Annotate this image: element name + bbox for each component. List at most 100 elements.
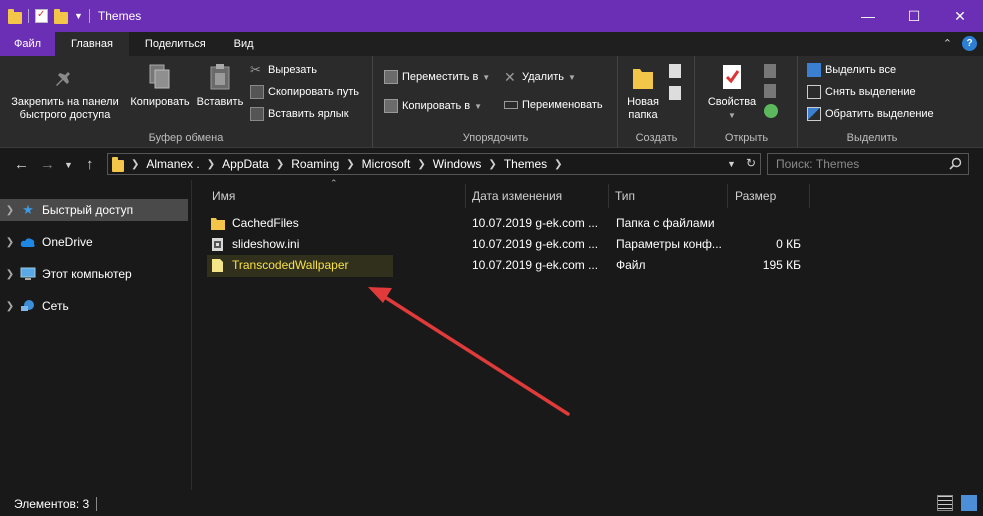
open-button[interactable] — [764, 64, 776, 78]
easy-access-button[interactable] — [669, 86, 681, 100]
settings-file-icon — [211, 237, 224, 252]
column-header-type[interactable]: Тип — [610, 184, 728, 208]
recent-locations-chevron-icon[interactable]: ▼ — [64, 160, 73, 170]
expand-chevron-icon[interactable]: ❯ — [0, 269, 20, 280]
search-icon[interactable] — [949, 157, 962, 173]
up-arrow-icon[interactable]: ↑ — [86, 156, 94, 173]
address-dropdown-chevron-icon[interactable]: ▼ — [727, 159, 736, 170]
cut-button[interactable]: ✂ Вырезать — [250, 63, 317, 77]
copy-button[interactable]: Копировать — [127, 62, 193, 109]
refresh-icon[interactable]: ↻ — [746, 156, 756, 170]
scissors-icon: ✂ — [250, 62, 261, 77]
file-size: 195 КБ — [762, 258, 801, 272]
edit-icon — [764, 84, 776, 98]
quick-access-toolbar: ▼ — [0, 0, 90, 32]
folder-icon — [112, 156, 124, 172]
expand-chevron-icon[interactable]: ❯ — [0, 237, 20, 248]
nav-item-onedrive[interactable]: ❯ OneDrive — [0, 231, 188, 253]
close-button[interactable]: ✕ — [937, 0, 983, 32]
invert-selection-button[interactable]: Обратить выделение — [807, 107, 934, 121]
breadcrumb-item[interactable]: AppData — [222, 157, 269, 171]
delete-icon: ✕ — [504, 69, 516, 85]
search-input[interactable]: Поиск: Themes — [767, 153, 969, 175]
file-type: Параметры конф... — [616, 237, 722, 251]
forward-arrow-icon[interactable]: → — [40, 156, 55, 173]
easy-access-icon — [669, 86, 681, 100]
nav-item-label: Быстрый доступ — [42, 203, 134, 217]
invert-selection-icon — [807, 107, 821, 121]
column-header-date[interactable]: Дата изменения — [467, 184, 609, 208]
copy-path-label: Скопировать путь — [268, 86, 359, 98]
new-folder-icon[interactable] — [54, 8, 68, 24]
customize-toolbar-chevron-icon[interactable]: ▼ — [74, 11, 83, 21]
nav-item-network[interactable]: ❯ Сеть — [0, 295, 188, 317]
column-header-name[interactable]: Имя — [207, 184, 466, 208]
breadcrumb-item[interactable]: Almanex . — [146, 157, 199, 171]
select-none-button[interactable]: Снять выделение — [807, 85, 916, 99]
file-row[interactable]: TranscodedWallpaper 10.07.2019 g-ek.com … — [207, 255, 807, 277]
breadcrumb-separator-icon[interactable]: ❯ — [207, 159, 215, 170]
breadcrumb-item[interactable]: Themes — [504, 157, 547, 171]
breadcrumb-separator-icon[interactable]: ❯ — [488, 159, 496, 170]
paste-button[interactable]: Вставить — [195, 62, 245, 109]
nav-item-quick-access[interactable]: ❯ ★ Быстрый доступ — [0, 199, 188, 221]
nav-item-label: Сеть — [42, 299, 69, 313]
select-all-label: Выделить все — [825, 64, 897, 76]
edit-button[interactable] — [764, 84, 776, 98]
address-bar[interactable]: ❯ Almanex . ❯ AppData ❯ Roaming ❯ Micros… — [107, 153, 761, 175]
paste-shortcut-button[interactable]: Вставить ярлык — [250, 107, 349, 121]
copy-to-button[interactable]: Копировать в ▼ — [384, 99, 482, 113]
properties-button[interactable]: Свойства ▼ — [704, 62, 760, 122]
pin-to-quick-access-button[interactable]: Закрепить на панели быстрого доступа — [4, 62, 126, 122]
file-row[interactable]: slideshow.ini 10.07.2019 g-ek.com ... Па… — [207, 234, 807, 254]
rename-button[interactable]: Переименовать — [504, 99, 603, 111]
breadcrumb-separator-icon[interactable]: ❯ — [276, 159, 284, 170]
breadcrumb-separator-icon[interactable]: ❯ — [417, 159, 425, 170]
item-count: Элементов: 3 — [14, 497, 90, 511]
file-name: CachedFiles — [232, 216, 299, 230]
file-name: TranscodedWallpaper — [232, 258, 349, 272]
breadcrumb-item[interactable]: Roaming — [291, 157, 339, 171]
breadcrumb-separator-icon[interactable]: ❯ — [554, 159, 562, 170]
tab-home[interactable]: Главная — [55, 32, 129, 56]
nav-item-this-pc[interactable]: ❯ Этот компьютер — [0, 263, 188, 285]
select-all-button[interactable]: Выделить все — [807, 63, 896, 77]
tab-view[interactable]: Вид — [222, 32, 266, 56]
new-item-button[interactable] — [669, 64, 681, 78]
breadcrumb-separator-icon[interactable]: ❯ — [131, 159, 139, 170]
tab-share[interactable]: Поделиться — [129, 32, 222, 56]
network-icon — [20, 299, 36, 313]
copy-path-button[interactable]: Скопировать путь — [250, 85, 359, 99]
help-icon[interactable]: ? — [962, 36, 977, 51]
file-size: 0 КБ — [776, 237, 801, 251]
breadcrumb-item[interactable]: Microsoft — [362, 157, 411, 171]
properties-icon[interactable] — [35, 9, 48, 23]
details-view-icon[interactable] — [937, 495, 953, 511]
file-list: ⌃ Имя Дата изменения Тип Размер CachedFi… — [193, 178, 983, 490]
history-button[interactable] — [764, 104, 778, 118]
cloud-icon — [20, 235, 36, 249]
expand-chevron-icon[interactable]: ❯ — [0, 205, 20, 216]
large-icons-view-icon[interactable] — [961, 495, 977, 511]
new-folder-label-line2: папка — [628, 109, 658, 121]
select-group-label: Выделить — [846, 132, 898, 144]
minimize-button[interactable]: — — [845, 0, 891, 32]
move-to-button[interactable]: Переместить в ▼ — [384, 70, 490, 84]
delete-chevron-icon: ▼ — [568, 72, 576, 82]
column-header-size[interactable]: Размер — [730, 184, 810, 208]
window-title: Themes — [97, 9, 142, 23]
expand-chevron-icon[interactable]: ❯ — [0, 301, 20, 312]
rename-icon — [504, 101, 518, 109]
breadcrumb-item[interactable]: Windows — [433, 157, 482, 171]
copy-to-chevron-icon: ▼ — [474, 101, 483, 111]
collapse-ribbon-chevron-icon[interactable]: ⌃ — [943, 37, 952, 50]
new-folder-button[interactable]: Новая папка — [621, 62, 665, 122]
back-arrow-icon[interactable]: ← — [14, 156, 29, 173]
organize-group-label: Упорядочить — [462, 132, 529, 144]
file-row[interactable]: CachedFiles 10.07.2019 g-ek.com ... Папк… — [207, 213, 807, 233]
breadcrumb-separator-icon[interactable]: ❯ — [346, 159, 354, 170]
properties-icon — [717, 62, 747, 92]
tab-file[interactable]: Файл — [0, 32, 56, 56]
delete-button[interactable]: ✕ Удалить ▼ — [504, 70, 576, 84]
maximize-button[interactable]: ☐ — [891, 0, 937, 32]
